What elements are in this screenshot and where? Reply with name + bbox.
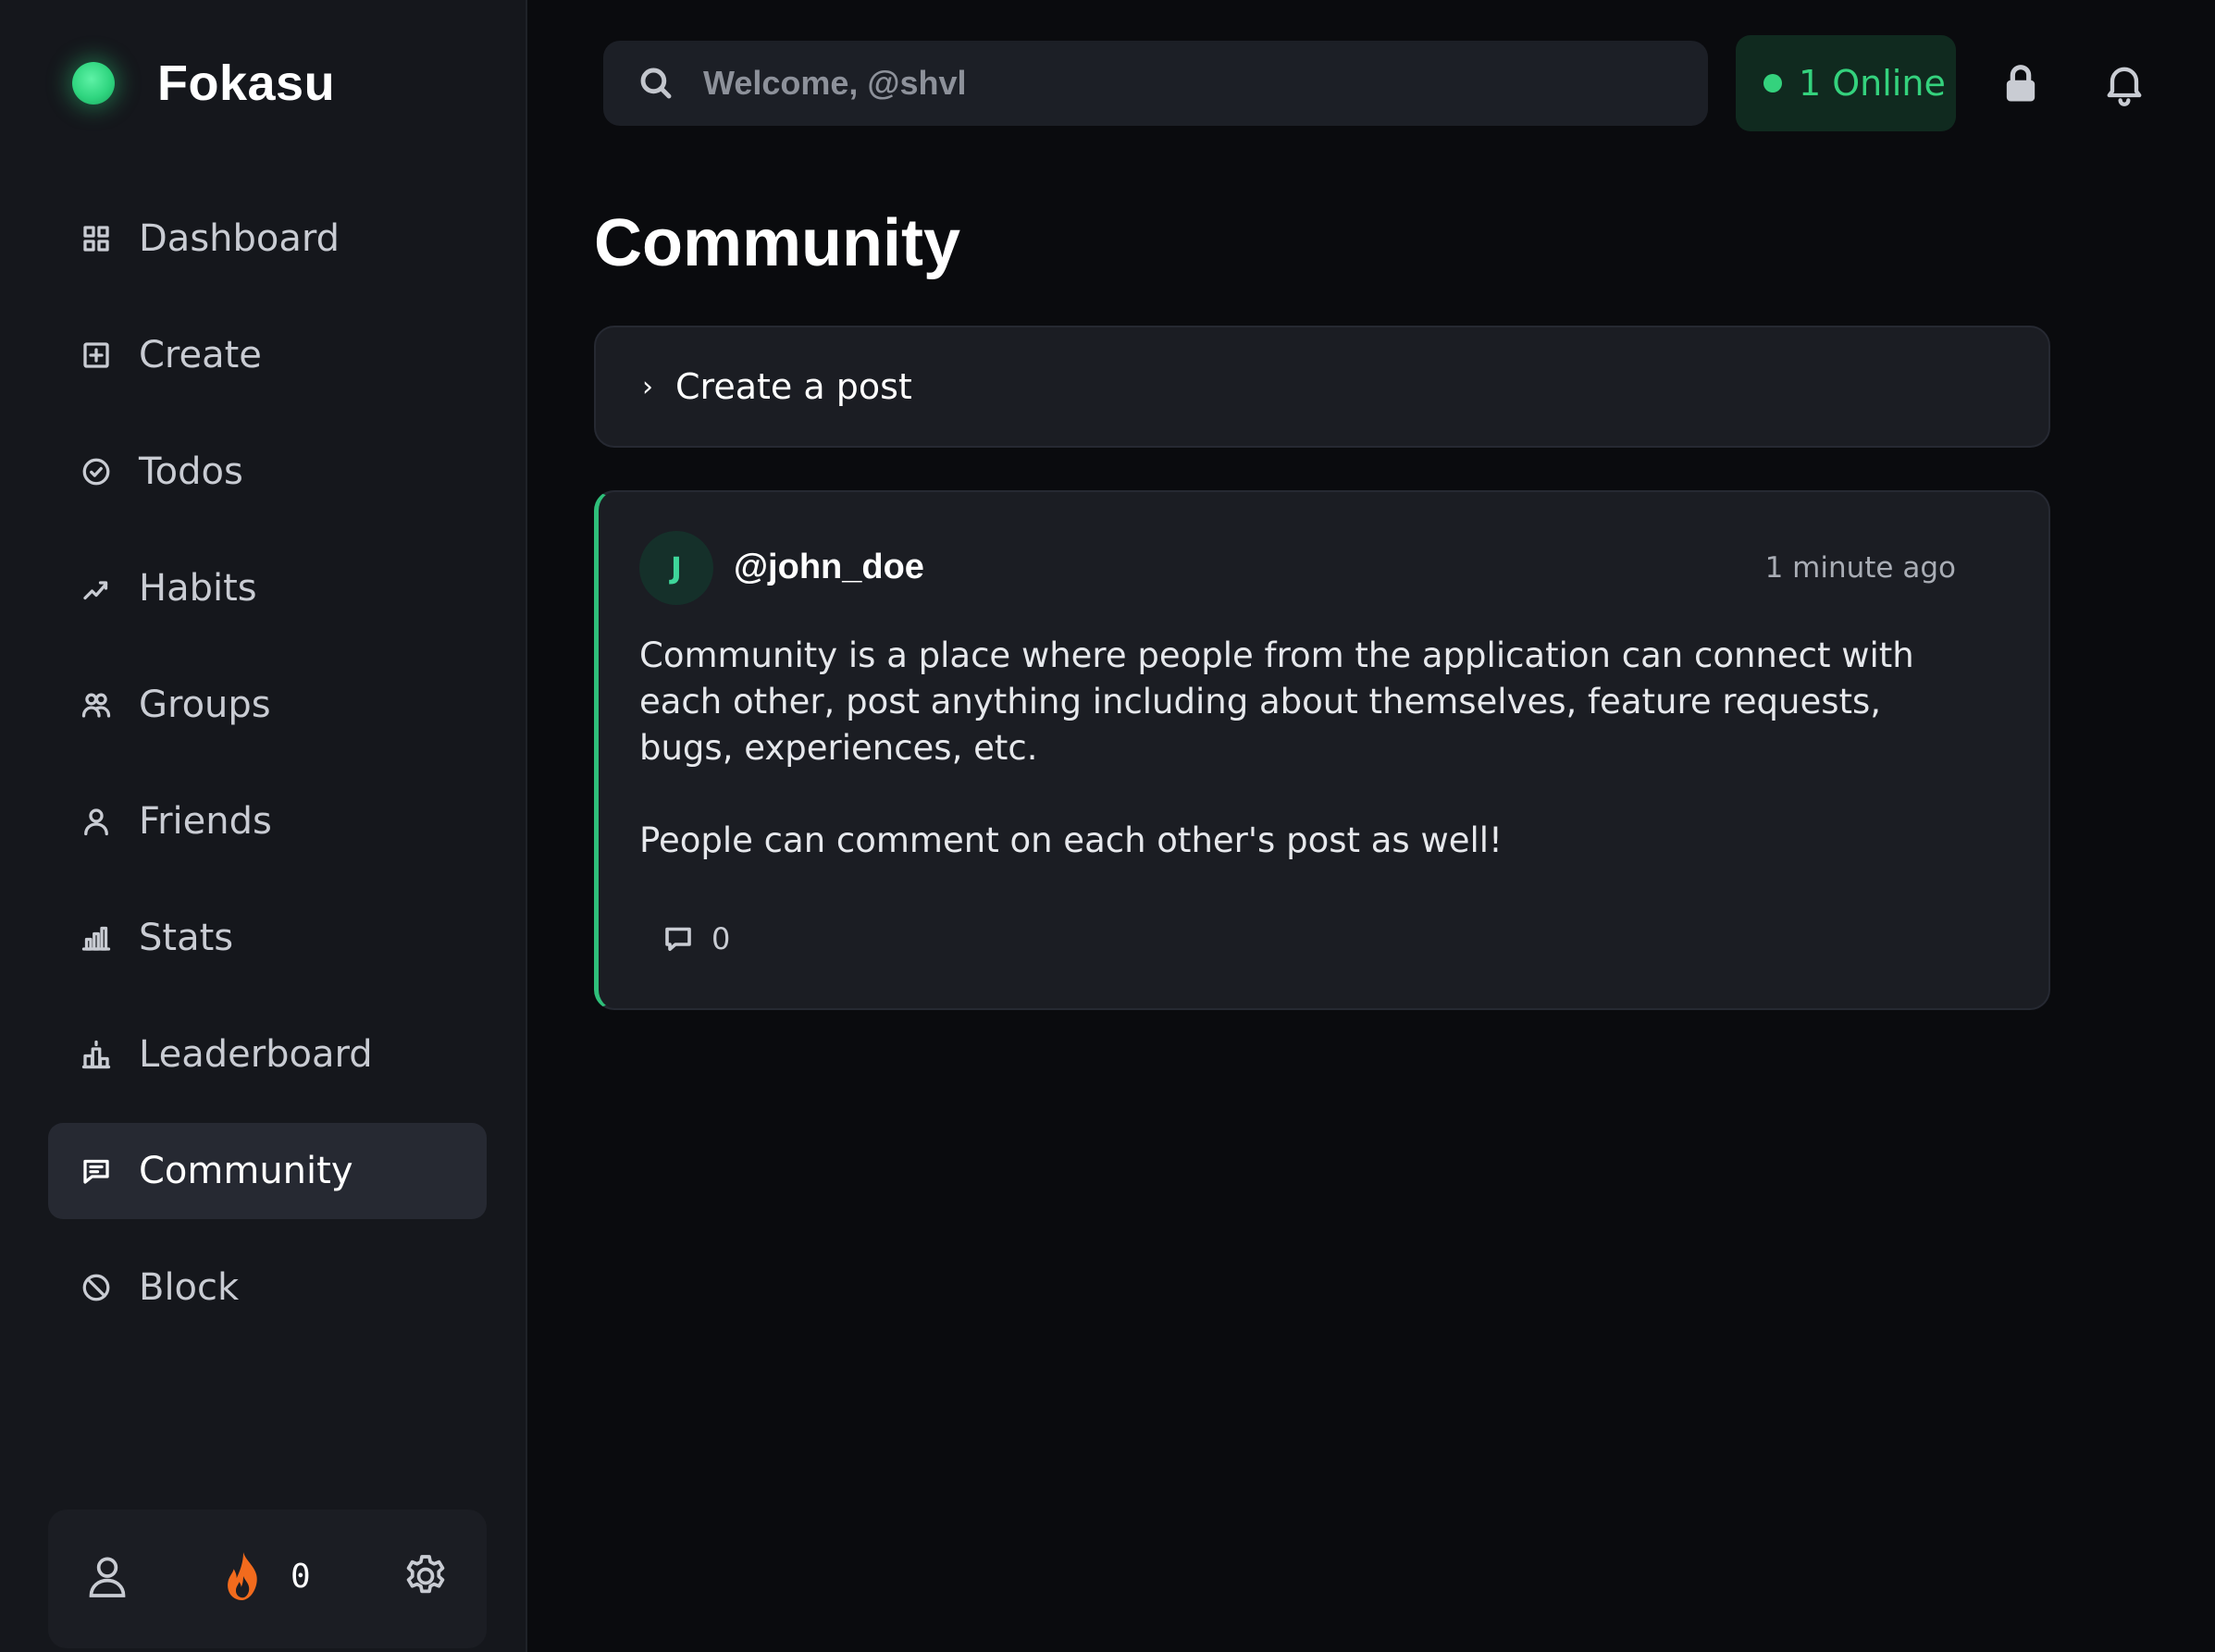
user-icon — [80, 805, 113, 838]
sidebar-item-groups[interactable]: Groups — [48, 657, 487, 753]
lock-button[interactable] — [1991, 54, 2050, 113]
sidebar-item-label: Todos — [139, 450, 243, 493]
brand-logo-dot — [72, 62, 115, 105]
sidebar-item-label: Friends — [139, 800, 272, 843]
streak-count: 0 — [291, 1557, 311, 1596]
post-paragraph: People can comment on each other's post … — [639, 820, 1503, 860]
chevron-right-icon: › — [642, 370, 653, 403]
online-status-badge[interactable]: 1 Online — [1736, 35, 1956, 131]
post-username[interactable]: @john_doe — [734, 548, 924, 587]
sidebar-item-label: Stats — [139, 917, 234, 959]
bar-chart-icon — [80, 921, 113, 955]
search-icon — [640, 68, 672, 99]
sidebar-item-todos[interactable]: Todos — [48, 424, 487, 520]
bell-icon — [2107, 67, 2142, 106]
post-card: J @john_doe 1 minute ago Community is a … — [594, 490, 2050, 1010]
flame-icon — [228, 1552, 257, 1600]
sidebar-item-label: Habits — [139, 567, 257, 610]
profile-button[interactable] — [78, 1547, 137, 1606]
sidebar: Fokasu Dashboard Create Todos Habits Gro… — [0, 0, 527, 1652]
sidebar-item-stats[interactable]: Stats — [48, 890, 487, 986]
create-post-label: Create a post — [675, 366, 912, 407]
user-icon — [89, 1557, 126, 1597]
create-post-toggle[interactable]: › Create a post — [594, 326, 2050, 448]
lock-icon — [2006, 65, 2036, 102]
page-title: Community — [594, 206, 960, 280]
brand[interactable]: Fokasu — [72, 55, 336, 111]
settings-button[interactable] — [396, 1547, 455, 1606]
sidebar-item-leaderboard[interactable]: Leaderboard — [48, 1006, 487, 1103]
message-square-icon — [80, 1154, 113, 1188]
brand-name: Fokasu — [157, 55, 336, 111]
sidebar-item-create[interactable]: Create — [48, 307, 487, 403]
sidebar-item-community[interactable]: Community — [48, 1123, 487, 1219]
grid-icon — [80, 222, 113, 255]
sidebar-item-label: Groups — [139, 684, 271, 726]
sidebar-item-label: Dashboard — [139, 217, 340, 260]
sidebar-item-block[interactable]: Block — [48, 1239, 487, 1336]
check-circle-icon — [80, 455, 113, 488]
comments-button[interactable]: 0 — [662, 916, 730, 962]
avatar[interactable]: J — [639, 531, 713, 605]
sidebar-item-label: Leaderboard — [139, 1033, 373, 1076]
plus-square-icon — [80, 339, 113, 372]
sidebar-item-label: Community — [139, 1150, 353, 1192]
online-dot — [1763, 74, 1782, 92]
ban-icon — [80, 1271, 113, 1304]
trend-icon — [80, 572, 113, 605]
podium-icon — [80, 1038, 113, 1071]
sidebar-item-dashboard[interactable]: Dashboard — [48, 191, 487, 287]
post-timestamp: 1 minute ago — [1764, 551, 1956, 585]
notifications-button[interactable] — [2095, 54, 2154, 113]
post-paragraph: Community is a place where people from t… — [639, 635, 1914, 768]
app-root: Fokasu Dashboard Create Todos Habits Gro… — [0, 0, 2215, 1652]
comment-count: 0 — [712, 921, 731, 956]
streak-counter[interactable]: 0 — [215, 1543, 311, 1609]
search-bar[interactable] — [603, 41, 1708, 126]
sidebar-item-label: Block — [139, 1266, 240, 1309]
post-body: Community is a place where people from t… — [639, 633, 1935, 864]
sidebar-item-habits[interactable]: Habits — [48, 540, 487, 636]
sidebar-item-label: Create — [139, 334, 262, 376]
online-count: 1 Online — [1799, 63, 1946, 104]
gear-icon — [406, 1555, 445, 1594]
comment-icon — [665, 927, 691, 952]
sidebar-item-friends[interactable]: Friends — [48, 773, 487, 869]
search-input[interactable] — [703, 64, 1628, 103]
users-icon — [80, 688, 113, 721]
sidebar-footer: 0 — [48, 1510, 487, 1648]
